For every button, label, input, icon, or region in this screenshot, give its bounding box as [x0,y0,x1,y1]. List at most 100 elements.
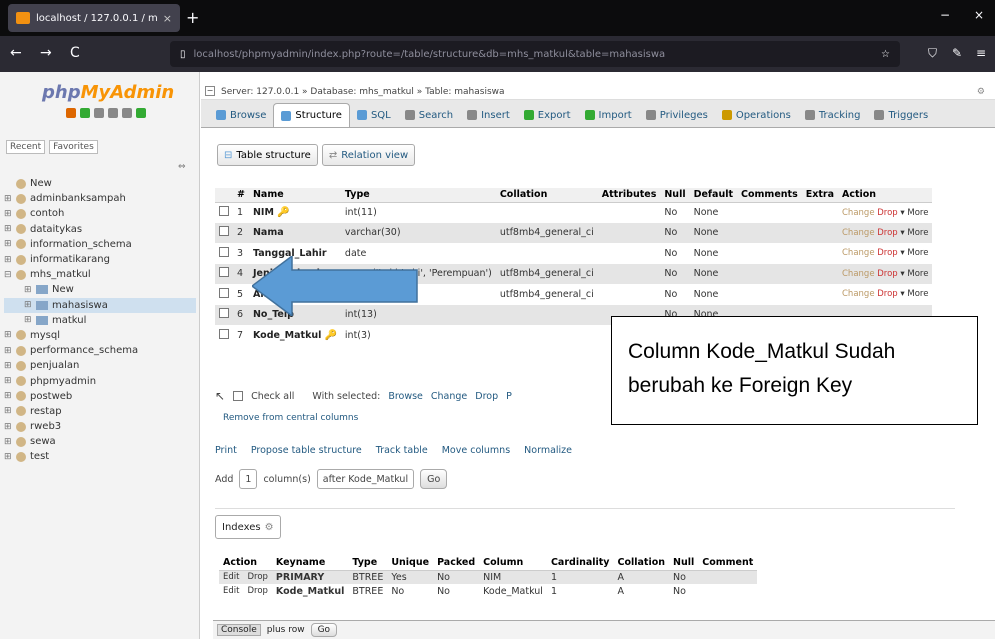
tab-operations[interactable]: Operations [715,103,798,127]
change-button[interactable]: Change [842,248,875,258]
drop-button[interactable]: Drop [877,228,897,238]
normalize-link[interactable]: Normalize [524,445,572,456]
tab-sql[interactable]: SQL [350,103,398,127]
sidebar-item[interactable]: ⊞ mahasiswa [4,297,196,313]
sidebar-item[interactable]: ⊞ dataitykas [4,222,196,237]
more-button[interactable]: ▾ More [900,208,928,218]
expand-icon[interactable]: ⊞ [4,194,16,204]
favorites-tab[interactable]: Favorites [49,140,98,154]
expand-icon[interactable]: ⊞ [24,315,36,325]
phpmyadmin-logo[interactable]: phpMyAdmin [42,82,174,103]
expand-icon[interactable]: ⊟ [4,270,16,280]
sidebar-item[interactable]: ⊞ performance_schema [4,343,196,358]
recent-tab[interactable]: Recent [6,140,46,154]
shield-icon[interactable]: ⛉ [928,46,937,61]
minimize-button[interactable]: − [940,8,950,22]
sidebar-item[interactable]: ⊞ test [4,449,196,464]
bulk-browse-button[interactable]: Browse [388,391,423,402]
expand-icon[interactable]: ⊞ [4,422,16,432]
sidebar-item[interactable]: ⊞ postweb [4,389,196,404]
breadcrumb-text[interactable]: Server: 127.0.0.1 » Database: mhs_matkul… [221,87,505,97]
sidebar-item[interactable]: ⊞ New [4,282,196,297]
tab-close-icon[interactable]: × [163,12,172,25]
change-button[interactable]: Change [842,289,875,299]
sidebar-item[interactable]: ⊞ contoh [4,206,196,221]
tab-export[interactable]: Export [517,103,578,127]
index-drop-button[interactable]: Drop [243,584,272,598]
drop-button[interactable]: Drop [877,269,897,279]
sidebar-item[interactable]: ⊞ sewa [4,434,196,449]
new-tab-button[interactable]: + [186,8,199,27]
expand-icon[interactable]: ⊞ [4,330,16,340]
docs-icon[interactable] [108,108,118,118]
position-select[interactable]: after Kode_Matkul [316,469,415,489]
drop-button[interactable]: Drop [877,248,897,258]
sidebar-item[interactable]: New [4,176,196,191]
go-button[interactable]: Go [420,469,448,489]
bulk-primary-button[interactable]: P [506,391,512,402]
sidebar-item[interactable]: ⊞ adminbanksampah [4,191,196,206]
forward-button[interactable]: → [40,45,52,61]
indexes-tab[interactable]: Indexes ⚙ [215,515,281,539]
sidebar-item[interactable]: ⊞ information_schema [4,237,196,252]
tab-browse[interactable]: Browse [209,103,273,127]
expand-icon[interactable]: ⊞ [4,209,16,219]
change-button[interactable]: Change [842,208,875,218]
column-count-input[interactable]: 1 [239,469,258,489]
bookmark-star-icon[interactable]: ☆ [881,49,890,60]
home-icon[interactable] [66,108,76,118]
change-button[interactable]: Change [842,228,875,238]
index-drop-button[interactable]: Drop [243,570,272,584]
tab-privileges[interactable]: Privileges [639,103,715,127]
collapse-icon[interactable]: − [205,86,215,96]
sidebar-item[interactable]: ⊞ mysql [4,328,196,343]
tab-structure[interactable]: Structure [273,103,350,127]
bulk-change-button[interactable]: Change [431,391,467,402]
expand-icon[interactable]: ⊞ [4,452,16,462]
expand-icon[interactable]: ⊞ [4,346,16,356]
index-edit-button[interactable]: Edit [219,584,244,598]
settings-icon[interactable]: ⚙ [977,87,985,97]
row-checkbox[interactable] [219,267,229,278]
logout-icon[interactable] [80,108,90,118]
sidebar-item[interactable]: ⊞ restap [4,404,196,419]
tab-search[interactable]: Search [398,103,460,127]
settings-icon[interactable] [122,108,132,118]
more-button[interactable]: ▾ More [900,269,928,279]
expand-icon[interactable]: ⊞ [4,361,16,371]
link-icon[interactable]: ⇔ [178,162,186,172]
index-edit-button[interactable]: Edit [219,570,244,584]
remove-central-columns-link[interactable]: Remove from central columns [223,413,358,423]
reload-button[interactable]: C [70,45,80,61]
track-table-link[interactable]: Track table [376,445,428,456]
more-button[interactable]: ▾ More [900,248,928,258]
expand-icon[interactable]: ⊞ [4,239,16,249]
url-bar[interactable]: ▯ localhost/phpmyadmin/index.php?route=/… [170,41,900,67]
bulk-drop-button[interactable]: Drop [475,391,498,402]
drop-button[interactable]: Drop [877,289,897,299]
expand-icon[interactable]: ⊞ [4,406,16,416]
expand-icon[interactable]: ⊞ [4,224,16,234]
row-checkbox[interactable] [219,308,229,319]
expand-icon[interactable]: ⊞ [4,391,16,401]
row-checkbox[interactable] [219,226,229,237]
relation-view-tab[interactable]: ⇄ Relation view [321,144,416,166]
more-button[interactable]: ▾ More [900,228,928,238]
expand-icon[interactable]: ⊞ [4,376,16,386]
sidebar-item[interactable]: ⊞ penjualan [4,358,196,373]
row-checkbox[interactable] [219,246,229,257]
browser-tab[interactable]: localhost / 127.0.0.1 / mhs_matk × [8,4,180,32]
more-button[interactable]: ▾ More [900,289,928,299]
console-button[interactable]: Console [217,624,261,636]
row-checkbox[interactable] [219,287,229,298]
sidebar-item[interactable]: ⊞ matkul [4,313,196,328]
tab-triggers[interactable]: Triggers [867,103,935,127]
check-all-checkbox[interactable] [233,391,244,401]
expand-icon[interactable]: ⊞ [24,285,36,295]
change-button[interactable]: Change [842,269,875,279]
row-checkbox[interactable] [219,328,229,339]
console-go-button[interactable]: Go [310,623,338,637]
expand-icon[interactable]: ⊞ [4,255,16,265]
sidebar-item[interactable]: ⊞ rweb3 [4,419,196,434]
expand-icon[interactable]: ⊞ [4,437,16,447]
